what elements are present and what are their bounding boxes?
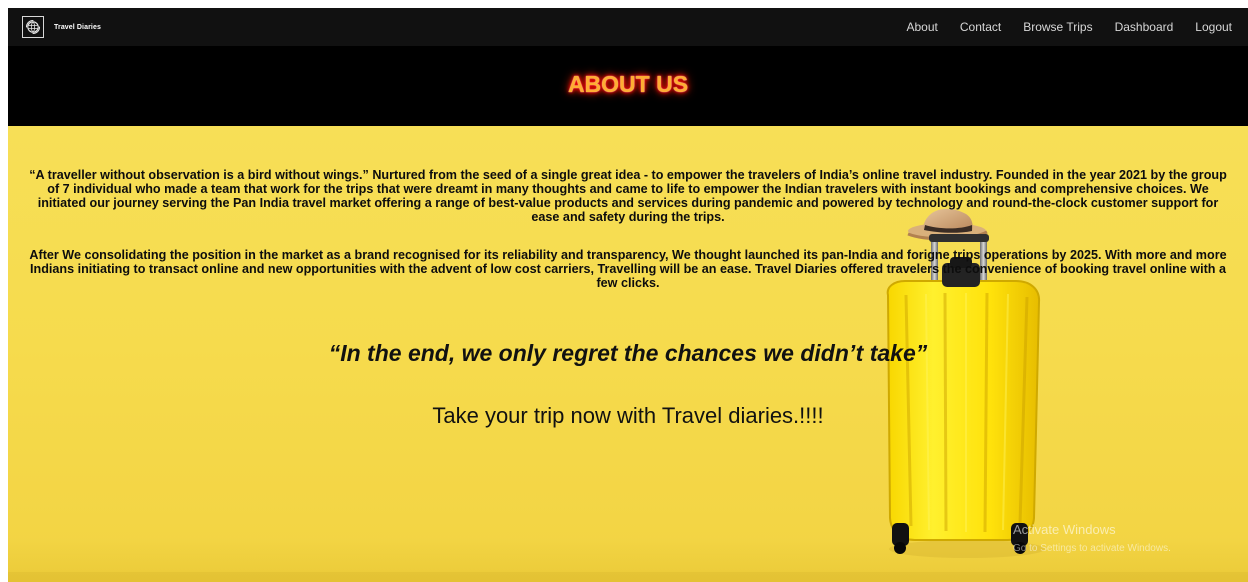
page-title: ABOUT US <box>567 71 689 97</box>
about-text-content: “A traveller without observation is a bi… <box>22 168 1234 428</box>
travel-quote: “In the end, we only regret the chances … <box>328 340 928 366</box>
nav-browse-trips-link[interactable]: Browse Trips <box>1023 20 1092 34</box>
globe-icon <box>22 16 44 38</box>
brand[interactable]: Travel Diaries <box>22 16 101 38</box>
brand-name: Travel Diaries <box>54 23 101 31</box>
page: Travel Diaries About Contact Browse Trip… <box>0 0 1248 582</box>
nav-contact-link[interactable]: Contact <box>960 20 1001 34</box>
about-paragraph-2: After We consolidating the position in t… <box>29 248 1227 290</box>
nav-dashboard-link[interactable]: Dashboard <box>1115 20 1174 34</box>
nav-about-link[interactable]: About <box>907 20 938 34</box>
trip-cta-text: Take your trip now with Travel diaries.!… <box>432 403 824 428</box>
about-hero-section: “A traveller without observation is a bi… <box>8 126 1248 582</box>
activate-windows-watermark-title: Activate Windows <box>1013 522 1116 537</box>
about-paragraph-1: “A traveller without observation is a bi… <box>29 168 1227 224</box>
activate-windows-watermark-subtitle: Go to Settings to activate Windows. <box>1013 543 1171 554</box>
top-navbar: Travel Diaries About Contact Browse Trip… <box>8 8 1248 46</box>
about-header-band: ABOUT US <box>8 46 1248 126</box>
nav-logout-link[interactable]: Logout <box>1195 20 1232 34</box>
hero-bottom-shadow <box>8 572 1248 582</box>
nav-links: About Contact Browse Trips Dashboard Log… <box>907 8 1233 46</box>
